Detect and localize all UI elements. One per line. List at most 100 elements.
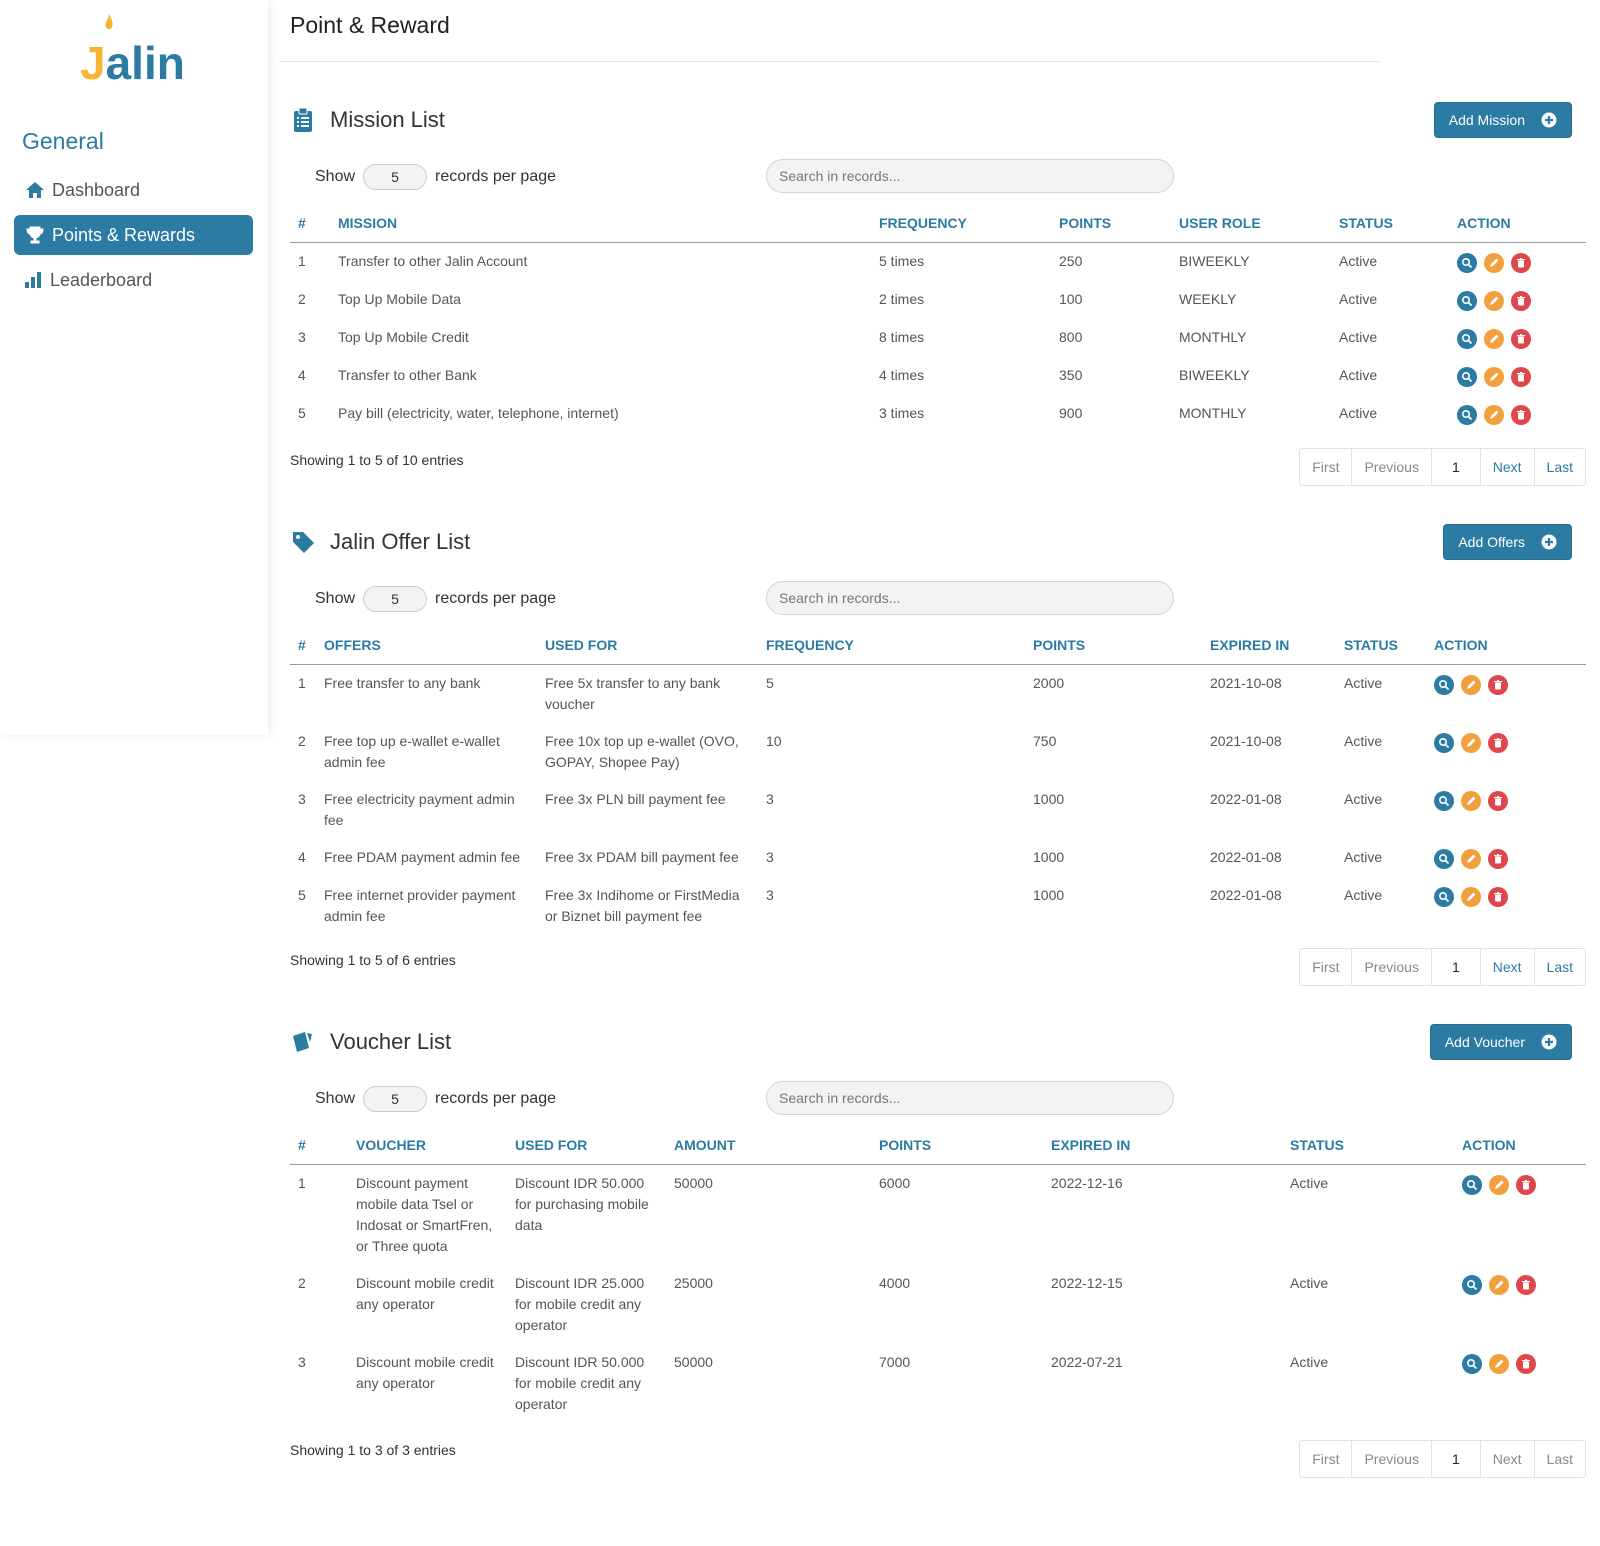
sidebar-item-label: Points & Rewards	[52, 224, 196, 245]
delete-icon[interactable]	[1488, 732, 1508, 753]
column-header[interactable]: VOUCHER	[348, 1126, 507, 1165]
table-cell: 2022-01-08	[1210, 790, 1282, 807]
edit-icon[interactable]	[1489, 1174, 1509, 1195]
table-cell: Discount IDR 25.000 for mobile credit an…	[515, 1274, 645, 1333]
row-actions	[1457, 403, 1578, 425]
view-icon[interactable]	[1457, 290, 1477, 311]
edit-icon[interactable]	[1461, 886, 1481, 907]
view-icon[interactable]	[1434, 848, 1454, 869]
pager-current[interactable]: 1	[1430, 1441, 1480, 1477]
search-input[interactable]: Search in records...	[766, 581, 1174, 615]
flame-icon	[105, 14, 113, 30]
search-input[interactable]: Search in records...	[766, 159, 1174, 193]
column-header[interactable]: STATUS	[1282, 1126, 1454, 1165]
column-header[interactable]: USED FOR	[507, 1126, 666, 1165]
column-header[interactable]: MISSION	[330, 204, 871, 243]
table-cell: 25000	[674, 1274, 713, 1291]
pager-current[interactable]: 1	[1430, 949, 1480, 985]
sidebar-item-dashboard[interactable]: Dashboard	[14, 170, 253, 210]
delete-icon[interactable]	[1516, 1353, 1536, 1374]
entries-info: Showing 1 to 3 of 3 entries	[290, 1442, 456, 1458]
edit-icon[interactable]	[1489, 1274, 1509, 1295]
edit-icon[interactable]	[1484, 366, 1504, 387]
delete-icon[interactable]	[1516, 1274, 1536, 1295]
edit-icon[interactable]	[1484, 290, 1504, 311]
view-icon[interactable]	[1462, 1274, 1482, 1295]
column-header[interactable]: USED FOR	[537, 626, 758, 665]
pager-next[interactable]: Next	[1479, 449, 1534, 485]
delete-icon[interactable]	[1488, 790, 1508, 811]
pager-previous[interactable]: Previous	[1351, 1441, 1430, 1477]
column-header[interactable]: POINTS	[1051, 204, 1171, 243]
delete-icon[interactable]	[1511, 252, 1531, 273]
delete-icon[interactable]	[1516, 1174, 1536, 1195]
pager-next[interactable]: Next	[1479, 949, 1534, 985]
edit-icon[interactable]	[1484, 328, 1504, 349]
table-row: 2 Discount mobile credit any operator Disc…	[290, 1265, 1586, 1344]
edit-icon[interactable]	[1461, 674, 1481, 695]
view-icon[interactable]	[1457, 366, 1477, 387]
column-header[interactable]: STATUS	[1331, 204, 1449, 243]
column-header[interactable]: EXPIRED IN	[1043, 1126, 1282, 1165]
action-cell	[1426, 877, 1586, 935]
sidebar-item-label: Leaderboard	[50, 269, 153, 290]
view-icon[interactable]	[1434, 886, 1454, 907]
pager-previous[interactable]: Previous	[1351, 949, 1430, 985]
button-label: Add Mission	[1448, 112, 1525, 128]
add-voucher-button[interactable]: Add Voucher	[1429, 1024, 1572, 1060]
add-offers-button[interactable]: Add Offers	[1443, 524, 1572, 560]
column-header[interactable]: FREQUENCY	[871, 204, 1051, 243]
per-page-select[interactable]: 5	[363, 164, 428, 190]
pager-first[interactable]: First	[1300, 449, 1351, 485]
column-header[interactable]: OFFERS	[316, 626, 537, 665]
delete-icon[interactable]	[1488, 674, 1508, 695]
edit-icon[interactable]	[1484, 404, 1504, 425]
view-icon[interactable]	[1434, 732, 1454, 753]
column-header[interactable]: EXPIRED IN	[1202, 626, 1336, 665]
pager-previous[interactable]: Previous	[1351, 449, 1430, 485]
pager-last[interactable]: Last	[1533, 449, 1585, 485]
pager-current[interactable]: 1	[1430, 449, 1480, 485]
column-header[interactable]: POINTS	[871, 1126, 1043, 1165]
column-header[interactable]: STATUS	[1336, 626, 1426, 665]
edit-icon[interactable]	[1489, 1353, 1509, 1374]
add-mission-button[interactable]: Add Mission	[1433, 102, 1572, 138]
pager-first[interactable]: First	[1300, 949, 1351, 985]
pager-first[interactable]: First	[1300, 1441, 1351, 1477]
table-cell: Active	[1344, 790, 1383, 807]
view-icon[interactable]	[1434, 790, 1454, 811]
delete-icon[interactable]	[1488, 886, 1508, 907]
column-header[interactable]: AMOUNT	[666, 1126, 871, 1165]
pager-next[interactable]: Next	[1479, 1441, 1534, 1477]
column-header[interactable]: POINTS	[1025, 626, 1202, 665]
view-icon[interactable]	[1457, 328, 1477, 349]
per-page-select[interactable]: 5	[363, 1086, 428, 1112]
delete-icon[interactable]	[1511, 366, 1531, 387]
per-page-select[interactable]: 5	[363, 586, 428, 612]
sidebar-item-leaderboard[interactable]: Leaderboard	[12, 260, 251, 300]
view-icon[interactable]	[1457, 404, 1477, 425]
column-header[interactable]: USER ROLE	[1171, 204, 1331, 243]
search-input[interactable]: Search in records...	[766, 1081, 1174, 1115]
table-cell: 1000	[1033, 886, 1065, 903]
delete-icon[interactable]	[1488, 848, 1508, 869]
table-cell: 1000	[1033, 848, 1065, 865]
table-cell: 50000	[674, 1174, 713, 1191]
pager-last[interactable]: Last	[1533, 1441, 1585, 1477]
view-icon[interactable]	[1457, 252, 1477, 273]
view-icon[interactable]	[1462, 1174, 1482, 1195]
edit-icon[interactable]	[1461, 790, 1481, 811]
edit-icon[interactable]	[1461, 732, 1481, 753]
delete-icon[interactable]	[1511, 404, 1531, 425]
edit-icon[interactable]	[1484, 252, 1504, 273]
jalin-logo[interactable]: Jalin	[80, 14, 190, 90]
pager-last[interactable]: Last	[1533, 949, 1585, 985]
delete-icon[interactable]	[1511, 290, 1531, 311]
sidebar-item-points-rewards[interactable]: Points & Rewards	[14, 215, 253, 255]
view-icon[interactable]	[1434, 674, 1454, 695]
table-cell: 7000	[879, 1353, 911, 1370]
view-icon[interactable]	[1462, 1353, 1482, 1374]
edit-icon[interactable]	[1461, 848, 1481, 869]
delete-icon[interactable]	[1511, 328, 1531, 349]
column-header[interactable]: FREQUENCY	[758, 626, 1025, 665]
